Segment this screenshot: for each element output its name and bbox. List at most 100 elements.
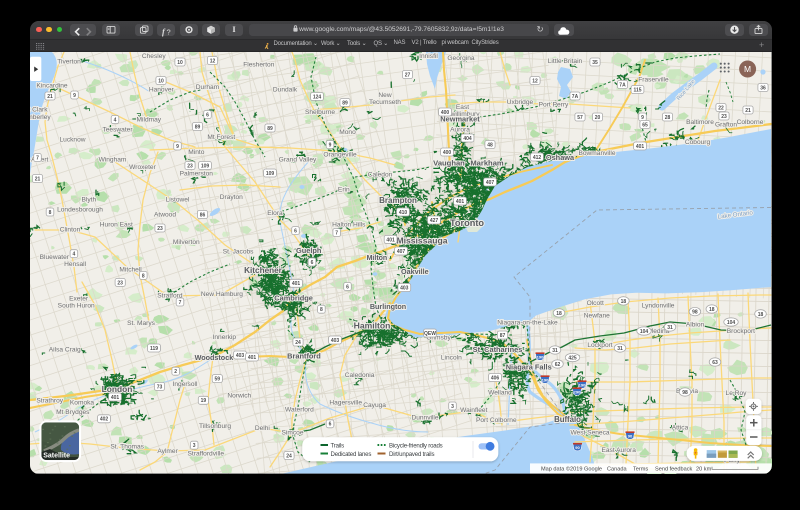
svg-text:73: 73 (157, 384, 163, 390)
svg-text:Brantford: Brantford (287, 351, 321, 360)
svg-text:Caledonia: Caledonia (345, 372, 375, 379)
svg-text:31: 31 (617, 346, 623, 352)
svg-text:Oakville: Oakville (401, 267, 429, 276)
svg-text:Cambridge: Cambridge (274, 294, 313, 303)
svg-text:109: 109 (201, 163, 210, 169)
svg-text:Port Colborne: Port Colborne (476, 417, 517, 424)
svg-text:West Seneca: West Seneca (570, 430, 609, 437)
svg-text:104: 104 (727, 320, 736, 326)
svg-text:190: 190 (537, 355, 544, 360)
svg-text:Wainfleet: Wainfleet (460, 407, 487, 414)
svg-text:24: 24 (295, 340, 301, 346)
svg-text:Shelburne: Shelburne (305, 109, 335, 116)
svg-text:Aurora: Aurora (450, 127, 470, 134)
svg-text:Milverton: Milverton (173, 239, 200, 246)
svg-text:Colborne: Colborne (737, 119, 764, 126)
svg-text:Brampton: Brampton (379, 196, 417, 205)
svg-text:Bowmanville: Bowmanville (578, 150, 615, 157)
svg-text:87: 87 (500, 333, 506, 339)
svg-text:Port Perry: Port Perry (539, 102, 569, 109)
svg-text:Tiverton: Tiverton (57, 59, 81, 66)
svg-text:New Hamburg: New Hamburg (201, 291, 243, 298)
svg-text:Niagara Falls: Niagara Falls (506, 363, 552, 372)
svg-text:7: 7 (179, 300, 182, 306)
svg-text:Olcott: Olcott (587, 300, 604, 307)
svg-text:21: 21 (745, 108, 751, 114)
svg-text:Attica: Attica (672, 425, 689, 432)
svg-text:4: 4 (73, 252, 76, 258)
svg-text:124: 124 (313, 94, 322, 100)
svg-text:22: 22 (718, 105, 724, 111)
svg-text:Innisfil: Innisfil (419, 53, 438, 60)
svg-text:21: 21 (35, 176, 41, 182)
svg-text:20 km: 20 km (696, 467, 712, 473)
svg-text:Straffordville: Straffordville (188, 451, 225, 458)
svg-text:21: 21 (47, 94, 53, 100)
svg-text:28: 28 (665, 115, 671, 121)
svg-text:8: 8 (320, 307, 323, 313)
svg-text:18: 18 (556, 311, 562, 317)
svg-text:Delhi: Delhi (255, 425, 271, 432)
svg-text:t Clark: t Clark (30, 107, 48, 114)
svg-text:6: 6 (329, 422, 332, 428)
svg-text:Strathroy: Strathroy (36, 397, 63, 404)
svg-text:Uxbridge: Uxbridge (507, 99, 534, 106)
svg-text:407: 407 (486, 180, 495, 186)
svg-text:403: 403 (236, 353, 245, 359)
svg-text:Canada: Canada (607, 467, 627, 473)
svg-text:Map data ©2019 Google: Map data ©2019 Google (541, 466, 602, 473)
svg-text:Innerkip: Innerkip (213, 334, 237, 341)
svg-text:Bluewater: Bluewater (40, 254, 70, 261)
svg-text:Komoka: Komoka (70, 400, 95, 407)
svg-text:Norwich: Norwich (227, 393, 251, 400)
svg-text:Dundalk: Dundalk (273, 87, 298, 94)
svg-text:Chesley: Chesley (142, 53, 167, 60)
svg-text:Kitchener: Kitchener (244, 266, 283, 275)
svg-text:57: 57 (577, 115, 583, 121)
svg-text:89: 89 (342, 100, 348, 106)
svg-text:Le Roy: Le Roy (726, 390, 748, 397)
svg-text:Niagara-on-the-Lake: Niagara-on-the-Lake (497, 320, 558, 327)
svg-text:Caledon: Caledon (368, 172, 393, 179)
svg-text:31: 31 (552, 348, 558, 354)
svg-text:98: 98 (692, 310, 698, 316)
svg-text:Woodstock: Woodstock (195, 353, 234, 362)
svg-text:Londesborough: Londesborough (57, 207, 103, 214)
svg-text:31: 31 (667, 325, 673, 331)
svg-text:400: 400 (443, 150, 452, 156)
svg-text:Dunnville: Dunnville (411, 415, 438, 422)
svg-text:427: 427 (430, 218, 439, 224)
svg-text:East Aurora: East Aurora (601, 447, 636, 454)
svg-text:Wroxeter: Wroxeter (129, 164, 156, 171)
svg-text:401: 401 (636, 144, 645, 150)
svg-text:9: 9 (73, 93, 76, 99)
svg-text:62: 62 (555, 362, 561, 368)
svg-text:Brockport: Brockport (727, 328, 755, 335)
svg-text:3: 3 (193, 443, 196, 449)
svg-text:Guelph: Guelph (296, 246, 322, 255)
svg-text:Toronto: Toronto (450, 218, 484, 228)
svg-text:9: 9 (329, 142, 332, 148)
svg-text:23: 23 (117, 280, 123, 286)
svg-text:18: 18 (621, 299, 627, 305)
svg-text:Cobourg: Cobourg (685, 139, 711, 146)
svg-text:Erin: Erin (338, 187, 350, 194)
svg-text:401: 401 (111, 395, 120, 401)
svg-text:290: 290 (574, 390, 581, 395)
svg-text:Wingham: Wingham (99, 157, 127, 164)
svg-text:South Huron: South Huron (58, 303, 95, 310)
svg-text:Listowel: Listowel (166, 197, 190, 204)
svg-text:Welland: Welland (488, 390, 512, 397)
svg-text:Newfane: Newfane (584, 313, 610, 320)
svg-text:Burlington: Burlington (370, 302, 406, 311)
svg-text:Waterford: Waterford (285, 407, 314, 414)
svg-text:Mississauga: Mississauga (396, 236, 447, 246)
svg-text:Albion: Albion (686, 322, 705, 329)
svg-text:Simcoe: Simcoe (282, 430, 304, 437)
svg-text:3: 3 (451, 404, 454, 410)
svg-text:Atwood: Atwood (154, 212, 176, 219)
svg-text:65: 65 (642, 122, 648, 128)
svg-text:Teeswater: Teeswater (102, 127, 133, 134)
svg-text:Elora: Elora (267, 210, 283, 217)
svg-text:M: M (744, 64, 751, 74)
